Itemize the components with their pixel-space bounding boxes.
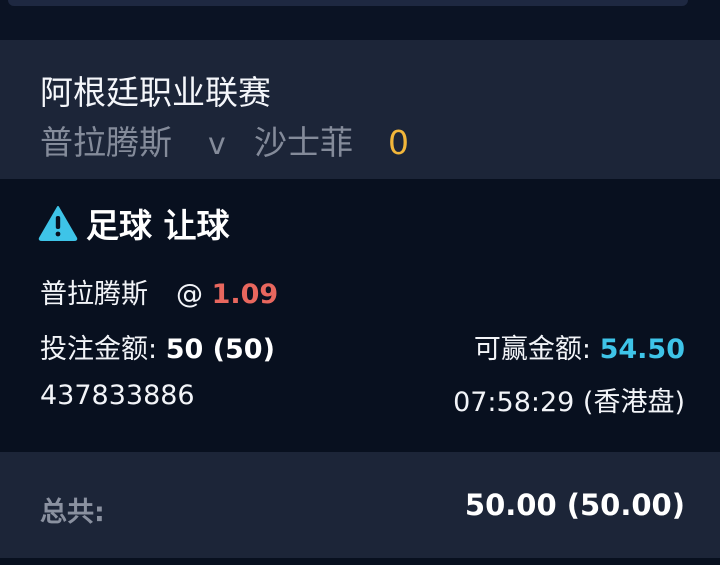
league-name: 阿根廷职业联赛 (40, 73, 271, 112)
bottom-strip (0, 558, 720, 565)
odds-value: 1.09 (211, 279, 279, 310)
warning-triangle-icon (38, 206, 78, 241)
potential-win-value: 54.50 (599, 334, 685, 365)
total-label: 总共: (40, 497, 105, 528)
bet-type-row: 足球 让球 (38, 203, 230, 245)
selection-team: 普拉腾斯 (40, 279, 148, 310)
away-team: 沙士菲 (254, 123, 353, 162)
ticket-id: 437833886 (40, 380, 195, 411)
at-symbol: @ (176, 279, 203, 310)
bet-time: 07:58:29 (香港盘) (453, 387, 685, 418)
selection-row: 普拉腾斯 @ 1.09 (40, 272, 278, 311)
match-score: 0 (388, 123, 409, 162)
versus-separator: v (208, 127, 226, 162)
total-value: 50.00 (50.00) (464, 488, 685, 522)
potential-win-label: 可赢金额: (473, 334, 591, 365)
top-strip (0, 0, 720, 40)
bet-type: 足球 让球 (86, 206, 230, 245)
teams-row: 普拉腾斯 v 沙士菲 0 (40, 116, 409, 164)
stake-label: 投注金额: (40, 334, 158, 365)
previous-card-edge (8, 0, 688, 6)
home-team: 普拉腾斯 (40, 123, 172, 162)
stake-value: 50 (50) (165, 334, 275, 365)
